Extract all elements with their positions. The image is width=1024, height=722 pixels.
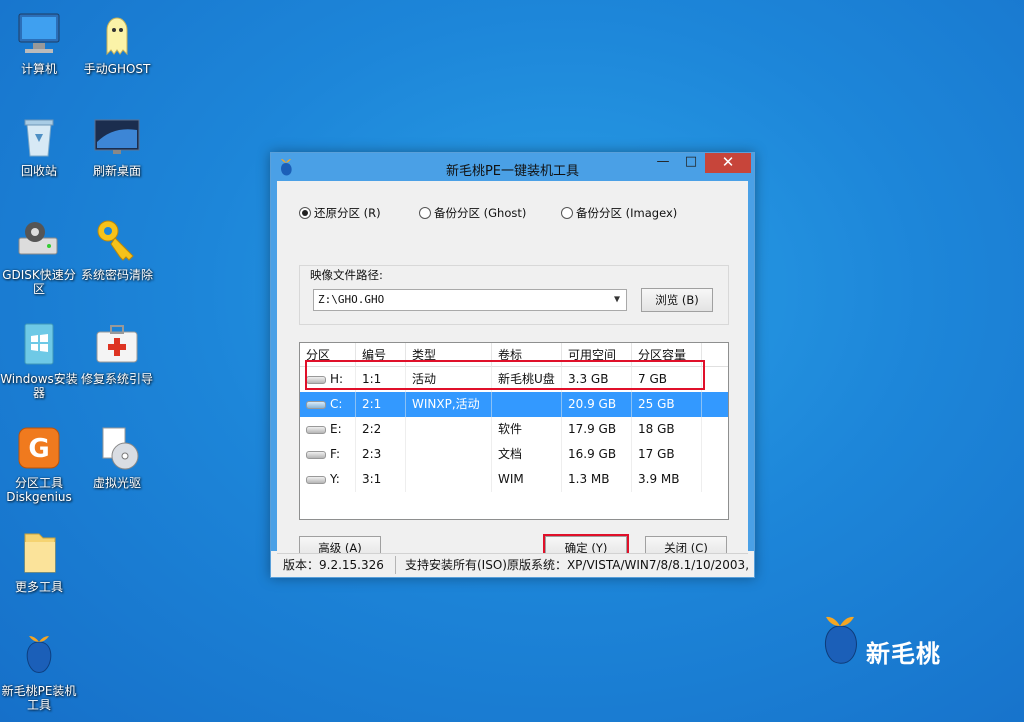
status-support: 支持安装所有(ISO)原版系统：XP/VISTA/WIN7/8/8.1/10/2… bbox=[405, 558, 750, 572]
radio-backup-ghost-dot[interactable] bbox=[419, 207, 431, 219]
cell-free: 20.9 GB bbox=[562, 392, 632, 417]
radio-backup-imagex[interactable]: 备份分区 (Imagex) bbox=[561, 205, 677, 221]
installer-window: 新毛桃PE一键装机工具 — □ ✕ 还原分区 (R) 备份分区 (Ghost) … bbox=[270, 152, 755, 578]
status-separator bbox=[395, 556, 396, 574]
status-version: 版本：9.2.15.326 bbox=[283, 558, 384, 572]
peach-logo-icon bbox=[15, 632, 63, 680]
cell-partition: C: bbox=[330, 397, 343, 411]
cell-free: 1.3 MB bbox=[562, 467, 632, 492]
first-aid-kit-icon bbox=[93, 320, 141, 368]
brand-logo bbox=[818, 612, 864, 676]
status-bar: 版本：9.2.15.326 支持安装所有(ISO)原版系统：XP/VISTA/W… bbox=[277, 553, 750, 577]
image-path-value: Z:\GHO.GHO bbox=[318, 293, 385, 306]
cell-number: 2:3 bbox=[356, 442, 406, 467]
cell-size: 17 GB bbox=[632, 442, 702, 467]
desktop-icon-more-tools[interactable]: 更多工具 bbox=[0, 528, 78, 594]
cell-partition: F: bbox=[330, 447, 341, 461]
table-row[interactable]: E: 2:2 软件 17.9 GB 18 GB bbox=[300, 417, 728, 442]
diskgenius-icon: G bbox=[15, 424, 63, 472]
browse-button[interactable]: 浏览 (B) bbox=[641, 288, 713, 312]
cell-type: WINXP,活动 bbox=[406, 392, 492, 417]
cell-number: 2:1 bbox=[356, 392, 406, 417]
cell-size: 3.9 MB bbox=[632, 467, 702, 492]
folder-icon bbox=[15, 528, 63, 576]
virtual-disc-icon bbox=[93, 424, 141, 472]
radio-restore-dot[interactable] bbox=[299, 207, 311, 219]
desktop-screen-icon bbox=[93, 112, 141, 160]
computer-icon bbox=[15, 10, 63, 58]
desktop-icon-repair-boot[interactable]: 修复系统引导 bbox=[78, 320, 156, 386]
radio-backup-imagex-dot[interactable] bbox=[561, 207, 573, 219]
windows-installer-icon bbox=[15, 320, 63, 368]
recycle-bin-icon bbox=[15, 112, 63, 160]
cell-free: 16.9 GB bbox=[562, 442, 632, 467]
cell-label bbox=[492, 392, 562, 417]
cell-number: 2:2 bbox=[356, 417, 406, 442]
cell-label: 软件 bbox=[492, 417, 562, 442]
chevron-down-icon[interactable]: ▼ bbox=[610, 290, 624, 310]
disk-gear-icon bbox=[15, 216, 63, 264]
table-row-selected[interactable]: C: 2:1 WINXP,活动 20.9 GB 25 GB bbox=[300, 392, 728, 417]
desktop-icon-diskgenius[interactable]: G 分区工具Diskgenius bbox=[0, 424, 78, 504]
title-bar[interactable]: 新毛桃PE一键装机工具 — □ ✕ bbox=[271, 153, 754, 181]
cell-size: 18 GB bbox=[632, 417, 702, 442]
desktop-icon-pe-installer[interactable]: 新毛桃PE装机工具 bbox=[0, 632, 78, 712]
cell-size: 25 GB bbox=[632, 392, 702, 417]
maximize-button[interactable]: □ bbox=[677, 153, 705, 173]
radio-backup-ghost[interactable]: 备份分区 (Ghost) bbox=[419, 205, 526, 221]
svg-text:G: G bbox=[28, 434, 49, 464]
cell-label: WIM bbox=[492, 467, 562, 492]
desktop-icon-recycle-bin[interactable]: 回收站 bbox=[0, 112, 78, 178]
radio-restore[interactable]: 还原分区 (R) bbox=[299, 205, 381, 221]
desktop-icon-gdisk[interactable]: GDISK快速分区 bbox=[0, 216, 78, 296]
cell-number: 3:1 bbox=[356, 467, 406, 492]
drive-icon bbox=[306, 475, 326, 484]
window-content: 还原分区 (R) 备份分区 (Ghost) 备份分区 (Imagex) 映像文件… bbox=[271, 181, 754, 562]
drive-icon bbox=[306, 425, 326, 434]
radio-restore-label: 还原分区 (R) bbox=[314, 206, 381, 220]
desktop-icon-manual-ghost[interactable]: 手动GHOST bbox=[78, 10, 156, 76]
cell-label: 文档 bbox=[492, 442, 562, 467]
radio-backup-ghost-label: 备份分区 (Ghost) bbox=[434, 206, 527, 220]
desktop-icon-virtual-drive[interactable]: 虚拟光驱 bbox=[78, 424, 156, 490]
cell-type bbox=[406, 442, 492, 467]
minimize-button[interactable]: — bbox=[649, 153, 677, 173]
brand-text: 新毛桃 bbox=[866, 640, 941, 668]
drive-icon bbox=[306, 450, 326, 459]
drive-icon bbox=[306, 400, 326, 409]
cell-free: 17.9 GB bbox=[562, 417, 632, 442]
image-path-label: 映像文件路径: bbox=[307, 267, 386, 283]
table-row[interactable]: Y: 3:1 WIM 1.3 MB 3.9 MB bbox=[300, 467, 728, 492]
table-row[interactable]: F: 2:3 文档 16.9 GB 17 GB bbox=[300, 442, 728, 467]
desktop-icon-refresh-desktop[interactable]: 刷新桌面 bbox=[78, 112, 156, 178]
radio-backup-imagex-label: 备份分区 (Imagex) bbox=[576, 206, 678, 220]
cell-partition: E: bbox=[330, 422, 342, 436]
key-icon bbox=[93, 216, 141, 264]
desktop-icon-computer[interactable]: 计算机 bbox=[0, 10, 78, 76]
cell-type bbox=[406, 417, 492, 442]
ghost-icon bbox=[93, 10, 141, 58]
desktop-icon-windows-installer[interactable]: Windows安装器 bbox=[0, 320, 78, 400]
close-window-button[interactable]: ✕ bbox=[705, 153, 751, 173]
image-path-select[interactable]: Z:\GHO.GHO ▼ bbox=[313, 289, 627, 311]
cell-type bbox=[406, 467, 492, 492]
desktop-icon-password-clear[interactable]: 系统密码清除 bbox=[78, 216, 156, 282]
cell-partition: Y: bbox=[330, 472, 340, 486]
selected-row-highlight bbox=[305, 360, 705, 390]
